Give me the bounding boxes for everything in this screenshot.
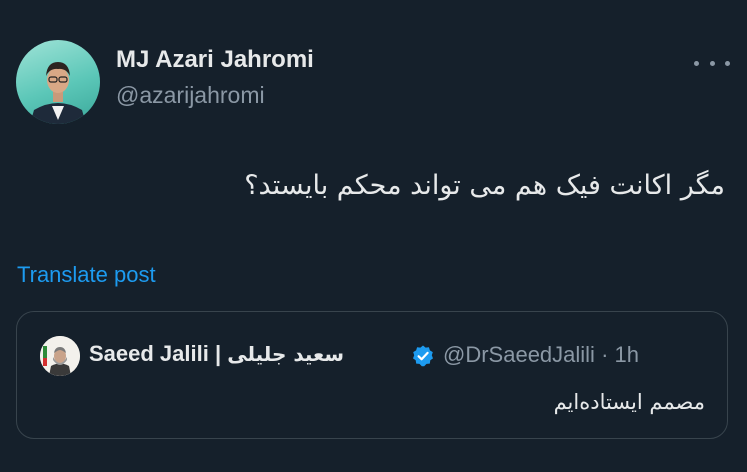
quoted-author-name-latin: Saeed Jalili | [89, 341, 228, 366]
more-dot [725, 60, 730, 66]
quoted-author-name-persian: سعید جلیلی [227, 342, 345, 366]
person-photo-icon [40, 336, 80, 376]
verified-badge-icon [413, 345, 433, 367]
quoted-author-name[interactable]: Saeed Jalili | سعید جلیلی [89, 341, 344, 367]
author-name[interactable]: MJ Azari Jahromi [116, 46, 314, 74]
person-photo-icon [30, 62, 86, 124]
meta-separator: · [601, 342, 609, 367]
quoted-author-avatar[interactable] [40, 336, 80, 376]
tweet-text: مگر اکانت فیک هم می تواند محکم بایستد؟ [244, 170, 725, 201]
quoted-tweet-card[interactable]: Saeed Jalili | سعید جلیلی @DrSaeedJalili… [16, 311, 728, 439]
translate-post-link[interactable]: Translate post [17, 262, 156, 288]
quoted-timestamp[interactable]: 1h [615, 342, 639, 367]
more-dot [694, 60, 699, 66]
more-dot [709, 60, 715, 66]
author-handle[interactable]: @azarijahromi [116, 82, 265, 109]
more-options-icon[interactable] [694, 54, 730, 72]
quoted-handle-meta: @DrSaeedJalili · 1h [443, 342, 639, 368]
quoted-author-handle[interactable]: @DrSaeedJalili [443, 342, 595, 367]
author-avatar[interactable] [16, 40, 100, 124]
quoted-tweet-text: مصمم ایستاده‌ایم [553, 390, 705, 414]
